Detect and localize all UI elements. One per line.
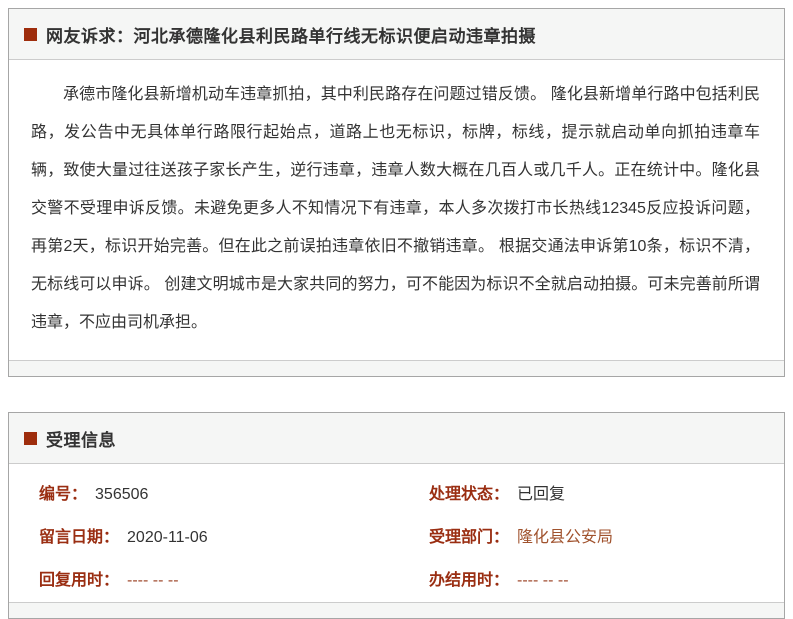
field-number-label: 编号： — [39, 485, 88, 503]
acceptance-info-grid: 编号： 356506 处理状态： 已回复 留言日期： 2020-11-06 受理部门：… — [9, 464, 784, 602]
complaint-body: 承德市隆化县新增机动车违章抓拍，其中利民路存在问题过错反馈。 隆化县新增单行路中… — [9, 60, 784, 360]
field-department: 受理部门： 隆化县公安局 — [429, 523, 784, 547]
field-status: 处理状态： 已回复 — [429, 480, 784, 504]
field-message-date-value: 2020-11-06 — [127, 528, 208, 546]
field-completion-time: 办结用时： ---- -- -- — [429, 566, 784, 590]
field-status-value: 已回复 — [517, 485, 566, 503]
field-status-label: 处理状态： — [429, 485, 510, 503]
square-bullet-icon — [24, 431, 37, 445]
acceptance-footer-bar — [9, 602, 784, 618]
field-reply-time: 回复用时： ---- -- -- — [39, 566, 429, 590]
acceptance-section: 受理信息 编号： 356506 处理状态： 已回复 留言日期： 2020-11-06 … — [8, 412, 785, 619]
field-reply-time-label: 回复用时： — [39, 571, 120, 589]
field-number-value: 356506 — [95, 485, 149, 503]
field-number: 编号： 356506 — [39, 480, 429, 504]
field-department-link[interactable]: 隆化县公安局 — [517, 529, 613, 546]
complaint-title: 网友诉求：河北承德隆化县利民路单行线无标识便启动违章拍摄 — [46, 26, 536, 46]
field-message-date-label: 留言日期： — [39, 528, 120, 546]
field-completion-time-label: 办结用时： — [429, 571, 510, 589]
complaint-section: 网友诉求：河北承德隆化县利民路单行线无标识便启动违章拍摄 承德市隆化县新增机动车… — [8, 8, 785, 377]
field-reply-time-value: ---- -- -- — [127, 571, 179, 589]
square-bullet-icon — [24, 27, 37, 41]
acceptance-title: 受理信息 — [46, 430, 116, 450]
complaint-footer-bar — [9, 360, 784, 376]
complaint-text: 承德市隆化县新增机动车违章抓拍，其中利民路存在问题过错反馈。 隆化县新增单行路中… — [31, 86, 760, 331]
field-message-date: 留言日期： 2020-11-06 — [39, 523, 429, 547]
complaint-header: 网友诉求：河北承德隆化县利民路单行线无标识便启动违章拍摄 — [9, 9, 784, 60]
field-completion-time-value: ---- -- -- — [517, 571, 569, 589]
acceptance-header: 受理信息 — [9, 413, 784, 464]
field-department-label: 受理部门： — [429, 528, 510, 546]
